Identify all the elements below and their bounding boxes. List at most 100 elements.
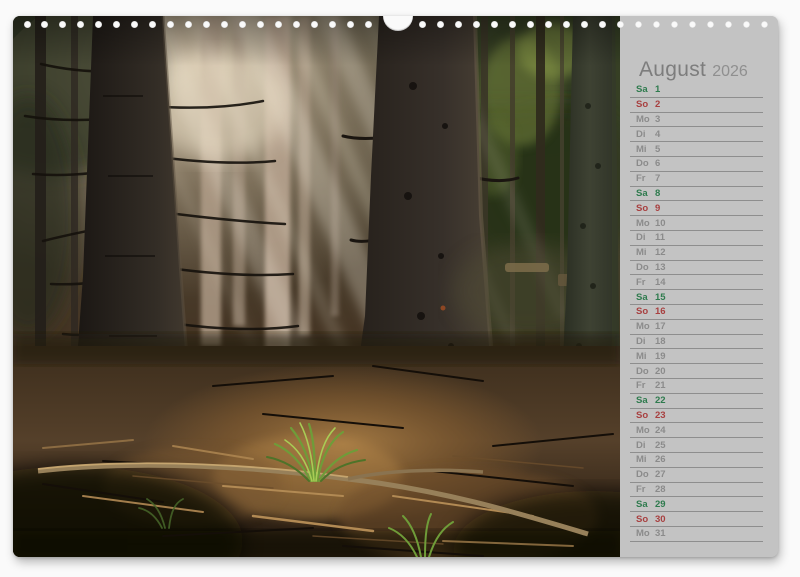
- weekday-label: Mo: [636, 114, 653, 125]
- weekday-label: Di: [636, 129, 653, 140]
- weekday-label: Sa: [636, 84, 653, 95]
- calendar-day-row: Mo24: [630, 423, 763, 438]
- binding-hole: [311, 21, 318, 28]
- calendar-day-row: Sa29: [630, 497, 763, 512]
- binding-hole: [491, 21, 498, 28]
- calendar-day-row: Di11: [630, 231, 763, 246]
- binding-hole: [473, 21, 480, 28]
- calendar-day-row: Mi26: [630, 453, 763, 468]
- day-number: 11: [655, 232, 665, 243]
- calendar-day-row: So30: [630, 512, 763, 527]
- binding-hole: [275, 21, 282, 28]
- calendar-day-row: Do27: [630, 468, 763, 483]
- binding-hole: [599, 21, 606, 28]
- binding-hole: [743, 21, 750, 28]
- calendar-day-row: Do13: [630, 261, 763, 276]
- calendar-day-row: Fr21: [630, 379, 763, 394]
- weekday-label: So: [636, 203, 653, 214]
- calendar-day-row: Di25: [630, 438, 763, 453]
- day-number: 10: [655, 218, 666, 229]
- day-number: 4: [655, 129, 660, 140]
- weekday-label: Fr: [636, 380, 653, 391]
- weekday-label: Mi: [636, 144, 653, 155]
- binding-hole: [707, 21, 714, 28]
- binding-hole: [653, 21, 660, 28]
- binding-hole: [95, 21, 102, 28]
- calendar-day-row: So16: [630, 305, 763, 320]
- binding-hole: [293, 21, 300, 28]
- day-number: 31: [655, 528, 666, 539]
- weekday-label: Do: [636, 469, 653, 480]
- day-number: 9: [655, 203, 660, 214]
- forest-photo: [13, 16, 620, 557]
- weekday-label: Di: [636, 336, 653, 347]
- weekday-label: So: [636, 99, 653, 110]
- weekday-label: Fr: [636, 173, 653, 184]
- day-number: 17: [655, 321, 666, 332]
- calendar-day-row: Di18: [630, 335, 763, 350]
- weekday-label: Do: [636, 262, 653, 273]
- binding-hole: [59, 21, 66, 28]
- weekday-label: Mi: [636, 351, 653, 362]
- calendar-day-row: So9: [630, 201, 763, 216]
- binding-hole: [617, 21, 624, 28]
- binding-hole: [437, 21, 444, 28]
- binding-hole: [185, 21, 192, 28]
- day-number: 6: [655, 158, 660, 169]
- binding-hole: [455, 21, 462, 28]
- calendar-page: August2026 Sa1So2Mo3Di4Mi5Do6Fr7Sa8So9Mo…: [13, 16, 778, 557]
- calendar-day-row: Fr14: [630, 275, 763, 290]
- product-backdrop: August2026 Sa1So2Mo3Di4Mi5Do6Fr7Sa8So9Mo…: [0, 0, 800, 577]
- calendar-day-row: Fr28: [630, 483, 763, 498]
- month-label: August: [639, 58, 706, 81]
- day-list: Sa1So2Mo3Di4Mi5Do6Fr7Sa8So9Mo10Di11Mi12D…: [630, 83, 763, 542]
- calendar-day-row: So2: [630, 98, 763, 113]
- weekday-label: Sa: [636, 395, 653, 406]
- binding-hole: [221, 21, 228, 28]
- binding-hole: [149, 21, 156, 28]
- calendar-day-row: Sa15: [630, 290, 763, 305]
- weekday-label: Sa: [636, 292, 653, 303]
- day-number: 5: [655, 144, 660, 155]
- day-number: 28: [655, 484, 666, 495]
- binding-hole: [239, 21, 246, 28]
- year-label: 2026: [712, 63, 748, 80]
- binding-hole: [689, 21, 696, 28]
- forest-photo-image: [13, 16, 620, 557]
- day-number: 24: [655, 425, 666, 436]
- calendar-day-row: Mo10: [630, 216, 763, 231]
- weekday-label: Mi: [636, 454, 653, 465]
- day-number: 19: [655, 351, 666, 362]
- weekday-label: Do: [636, 158, 653, 169]
- binding-hole: [365, 21, 372, 28]
- binding-hole: [203, 21, 210, 28]
- calendar-day-row: Mo31: [630, 527, 763, 542]
- weekday-label: Do: [636, 366, 653, 377]
- calendar-sidebar: August2026 Sa1So2Mo3Di4Mi5Do6Fr7Sa8So9Mo…: [620, 16, 778, 557]
- binding-hole: [41, 21, 48, 28]
- binding-hole: [527, 21, 534, 28]
- calendar-day-row: Do20: [630, 364, 763, 379]
- weekday-label: So: [636, 514, 653, 525]
- binding-hole: [131, 21, 138, 28]
- calendar-day-row: Do6: [630, 157, 763, 172]
- binding-hole: [257, 21, 264, 28]
- calendar-day-row: Mi12: [630, 246, 763, 261]
- binding-hole: [581, 21, 588, 28]
- day-number: 18: [655, 336, 666, 347]
- binding-hole: [113, 21, 120, 28]
- day-number: 8: [655, 188, 660, 199]
- weekday-label: Fr: [636, 484, 653, 495]
- day-number: 20: [655, 366, 666, 377]
- weekday-label: Mi: [636, 247, 653, 258]
- day-number: 29: [655, 499, 666, 510]
- calendar-day-row: Mo17: [630, 320, 763, 335]
- weekday-label: So: [636, 306, 653, 317]
- binding-hole: [761, 21, 768, 28]
- binding-hole: [635, 21, 642, 28]
- weekday-label: Mo: [636, 218, 653, 229]
- calendar-day-row: Mi5: [630, 142, 763, 157]
- weekday-label: Sa: [636, 499, 653, 510]
- day-number: 12: [655, 247, 666, 258]
- day-number: 2: [655, 99, 660, 110]
